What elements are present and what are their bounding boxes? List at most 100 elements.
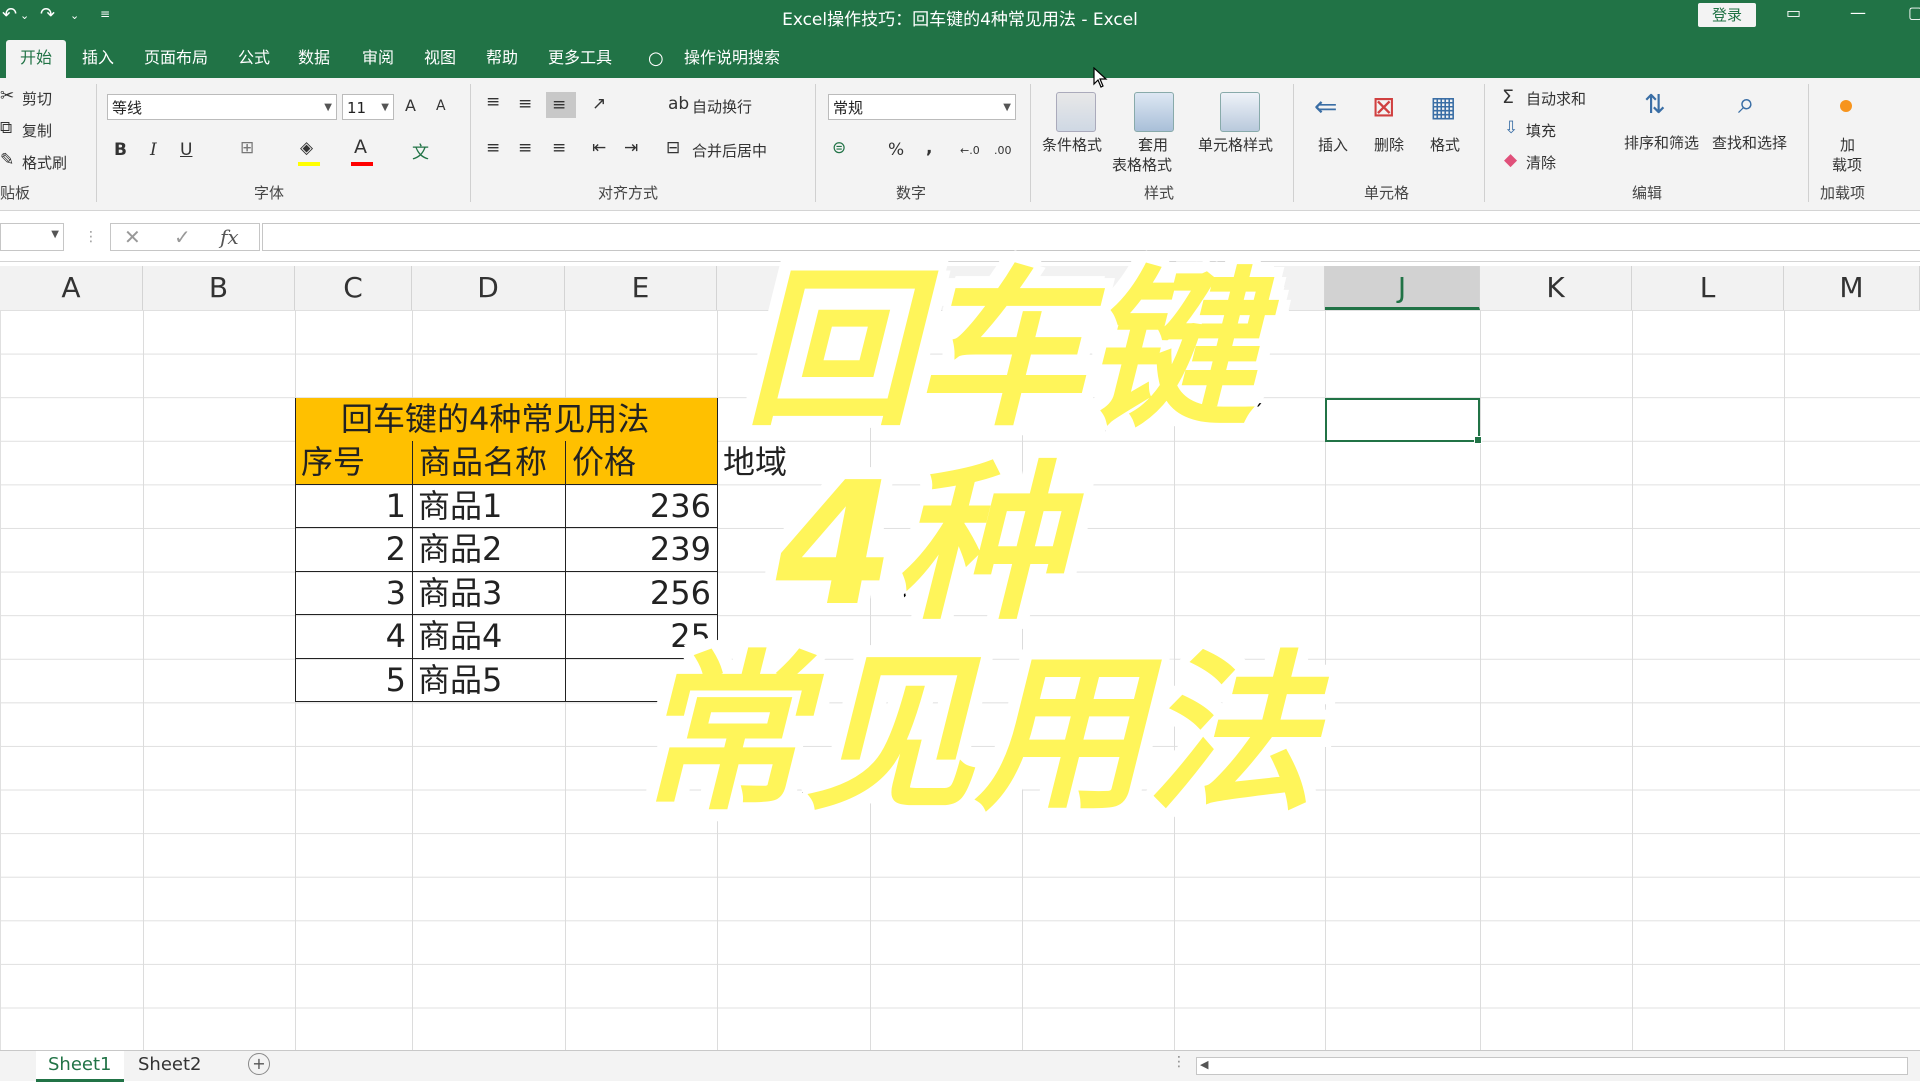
- addins-icon: [1840, 100, 1852, 112]
- wrap-text-button[interactable]: 自动换行: [692, 96, 752, 117]
- sheet-tab-sheet1[interactable]: Sheet1: [36, 1051, 124, 1082]
- tab-data[interactable]: 数据: [284, 40, 344, 78]
- insert-cells-button[interactable]: 插入: [1318, 134, 1348, 155]
- format-as-table-label-1[interactable]: 套用: [1138, 134, 1168, 155]
- sort-filter-button[interactable]: 排序和筛选: [1624, 132, 1699, 153]
- format-painter-button[interactable]: 格式刷: [22, 152, 67, 173]
- clear-button[interactable]: 清除: [1526, 152, 1556, 173]
- insert-function-icon[interactable]: fx: [220, 225, 239, 249]
- decrease-decimal-button[interactable]: .00: [994, 144, 1012, 157]
- table-cell-name[interactable]: 商品1: [412, 485, 565, 528]
- sheet-tab-sheet2[interactable]: Sheet2: [126, 1051, 214, 1079]
- ribbon-display-icon[interactable]: ▭: [1786, 3, 1801, 22]
- column-header-m[interactable]: M: [1784, 266, 1920, 310]
- enter-icon[interactable]: ✓: [174, 225, 191, 249]
- cell-styles-button[interactable]: 单元格样式: [1198, 134, 1273, 155]
- table-cell-name[interactable]: 商品4: [412, 615, 565, 658]
- addins-label-2[interactable]: 载项: [1832, 154, 1862, 175]
- more-icon: ⋮: [1172, 1054, 1186, 1070]
- add-sheet-icon[interactable]: +: [248, 1053, 270, 1075]
- shrink-font-icon[interactable]: A: [436, 98, 446, 114]
- copy-button[interactable]: 复制: [22, 120, 52, 141]
- tab-formulas[interactable]: 公式: [224, 40, 284, 78]
- underline-button[interactable]: U: [180, 140, 192, 160]
- column-header-c[interactable]: C: [295, 266, 412, 310]
- lightbulb-icon: ○: [648, 48, 664, 69]
- fill-button[interactable]: 填充: [1526, 120, 1556, 141]
- cancel-icon[interactable]: ✕: [124, 225, 141, 249]
- comma-button[interactable]: ,: [926, 138, 932, 158]
- alignment-group-label: 对齐方式: [598, 184, 659, 202]
- group-divider: [1030, 84, 1031, 202]
- table-header-no[interactable]: 序号: [295, 441, 412, 484]
- font-name-select[interactable]: 等线 ▼: [107, 94, 337, 120]
- column-header-a[interactable]: A: [0, 266, 143, 310]
- insert-cells-icon: ⇐: [1314, 90, 1338, 123]
- tab-page-layout[interactable]: 页面布局: [130, 40, 222, 78]
- phonetic-icon[interactable]: 文: [412, 138, 429, 163]
- italic-button[interactable]: I: [150, 140, 157, 160]
- login-button[interactable]: 登录: [1698, 3, 1756, 27]
- decrease-indent-icon[interactable]: ⇤: [592, 138, 606, 158]
- align-middle-icon[interactable]: ≡: [518, 94, 532, 114]
- column-header-l[interactable]: L: [1632, 266, 1784, 310]
- align-center-icon[interactable]: ≡: [518, 138, 532, 158]
- cut-button[interactable]: 剪切: [22, 88, 52, 109]
- chevron-down-icon: ▼: [324, 102, 332, 113]
- column-header-k[interactable]: K: [1480, 266, 1632, 310]
- merge-center-icon: ⊟: [666, 138, 681, 158]
- borders-icon[interactable]: ⊞: [240, 138, 254, 158]
- align-top-icon[interactable]: ≡: [486, 92, 500, 112]
- tell-me-search[interactable]: 操作说明搜索: [684, 40, 780, 76]
- format-as-table-label-2[interactable]: 表格格式: [1112, 154, 1172, 175]
- formula-input[interactable]: [262, 223, 1920, 251]
- orientation-icon[interactable]: ↗: [592, 94, 606, 114]
- number-format-select[interactable]: 常规 ▼: [828, 94, 1016, 120]
- tab-home[interactable]: 开始: [6, 40, 67, 78]
- align-right-icon[interactable]: ≡: [552, 138, 566, 158]
- table-cell-no[interactable]: 5: [295, 659, 412, 702]
- find-select-button[interactable]: 查找和选择: [1712, 132, 1787, 153]
- clear-icon: ◆: [1504, 150, 1518, 170]
- column-header-b[interactable]: B: [143, 266, 295, 310]
- copy-icon: ⧉: [0, 118, 13, 138]
- increase-indent-icon[interactable]: ⇥: [624, 138, 638, 158]
- increase-decimal-button[interactable]: ←.0: [960, 144, 980, 157]
- align-left-icon[interactable]: ≡: [486, 138, 500, 158]
- merge-center-button[interactable]: 合并后居中: [692, 140, 767, 161]
- table-cell-name[interactable]: 商品3: [412, 572, 565, 615]
- addins-label-1[interactable]: 加: [1840, 134, 1855, 155]
- chevron-down-icon: ▼: [381, 102, 389, 113]
- minimize-icon[interactable]: —: [1850, 3, 1866, 22]
- table-cell-name[interactable]: 商品5: [412, 659, 565, 702]
- tab-review[interactable]: 审阅: [348, 40, 408, 78]
- font-color-icon[interactable]: A: [354, 136, 367, 158]
- format-cells-button[interactable]: 格式: [1430, 134, 1460, 155]
- tab-view[interactable]: 视图: [410, 40, 470, 78]
- column-header-d[interactable]: D: [412, 266, 565, 310]
- accounting-format-icon[interactable]: ⊜: [832, 138, 846, 158]
- tab-more-tools[interactable]: 更多工具: [534, 40, 626, 78]
- grow-font-icon[interactable]: A: [405, 96, 416, 115]
- table-cell-no[interactable]: 3: [295, 572, 412, 615]
- conditional-format-button[interactable]: 条件格式: [1042, 134, 1102, 155]
- table-cell-name[interactable]: 商品2: [412, 528, 565, 571]
- autosum-button[interactable]: 自动求和: [1526, 88, 1586, 109]
- percent-button[interactable]: %: [888, 140, 904, 160]
- table-header-name[interactable]: 商品名称: [412, 441, 565, 484]
- table-cell-no[interactable]: 1: [295, 485, 412, 528]
- name-box[interactable]: ▼: [0, 223, 64, 251]
- fill-color-icon[interactable]: ◈: [300, 138, 313, 158]
- font-size-select[interactable]: 11 ▼: [342, 94, 394, 120]
- table-cell-no[interactable]: 4: [295, 615, 412, 658]
- delete-cells-icon: ⊠: [1372, 90, 1396, 123]
- table-cell-no[interactable]: 2: [295, 528, 412, 571]
- horizontal-scrollbar[interactable]: ◀: [1196, 1057, 1908, 1075]
- bold-button[interactable]: B: [114, 140, 127, 160]
- tab-insert[interactable]: 插入: [68, 40, 128, 78]
- delete-cells-button[interactable]: 删除: [1374, 134, 1404, 155]
- align-bottom-icon: ≡: [552, 95, 567, 115]
- restore-icon[interactable]: ▢: [1908, 3, 1920, 22]
- scroll-left-icon[interactable]: ◀: [1200, 1058, 1208, 1071]
- tab-help[interactable]: 帮助: [472, 40, 532, 78]
